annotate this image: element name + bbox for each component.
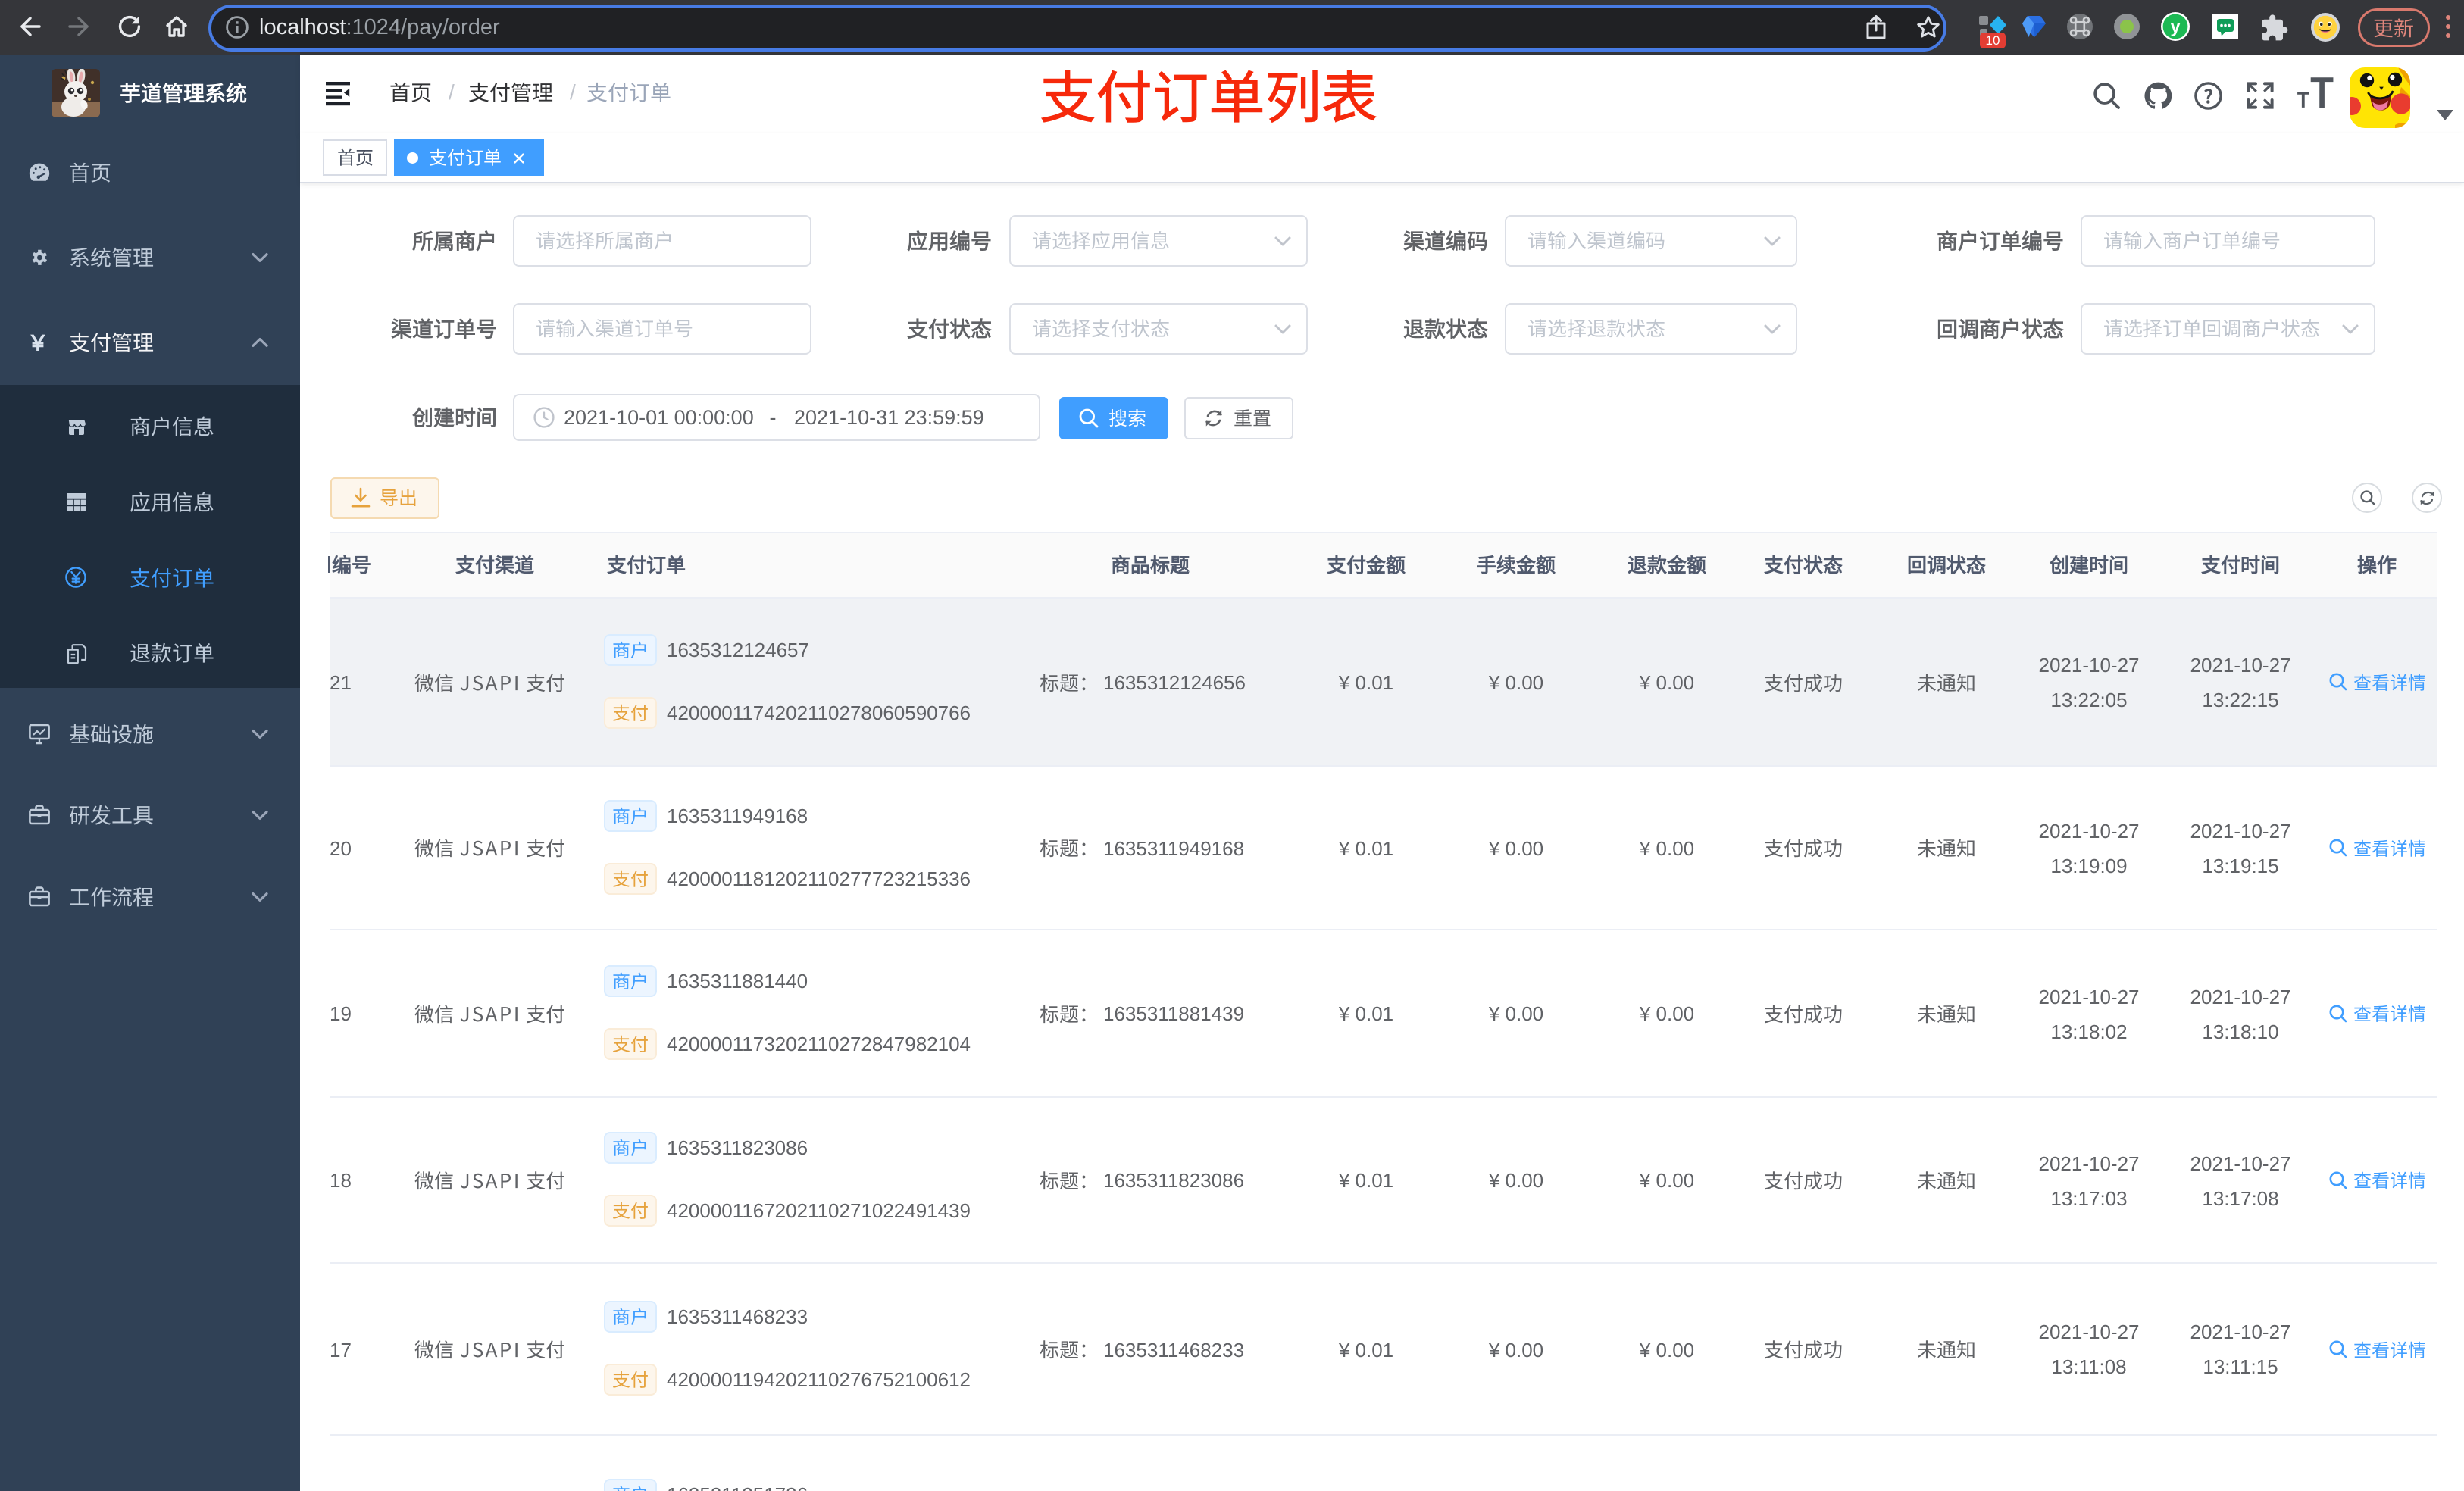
svg-text:y: y [2170,17,2181,37]
